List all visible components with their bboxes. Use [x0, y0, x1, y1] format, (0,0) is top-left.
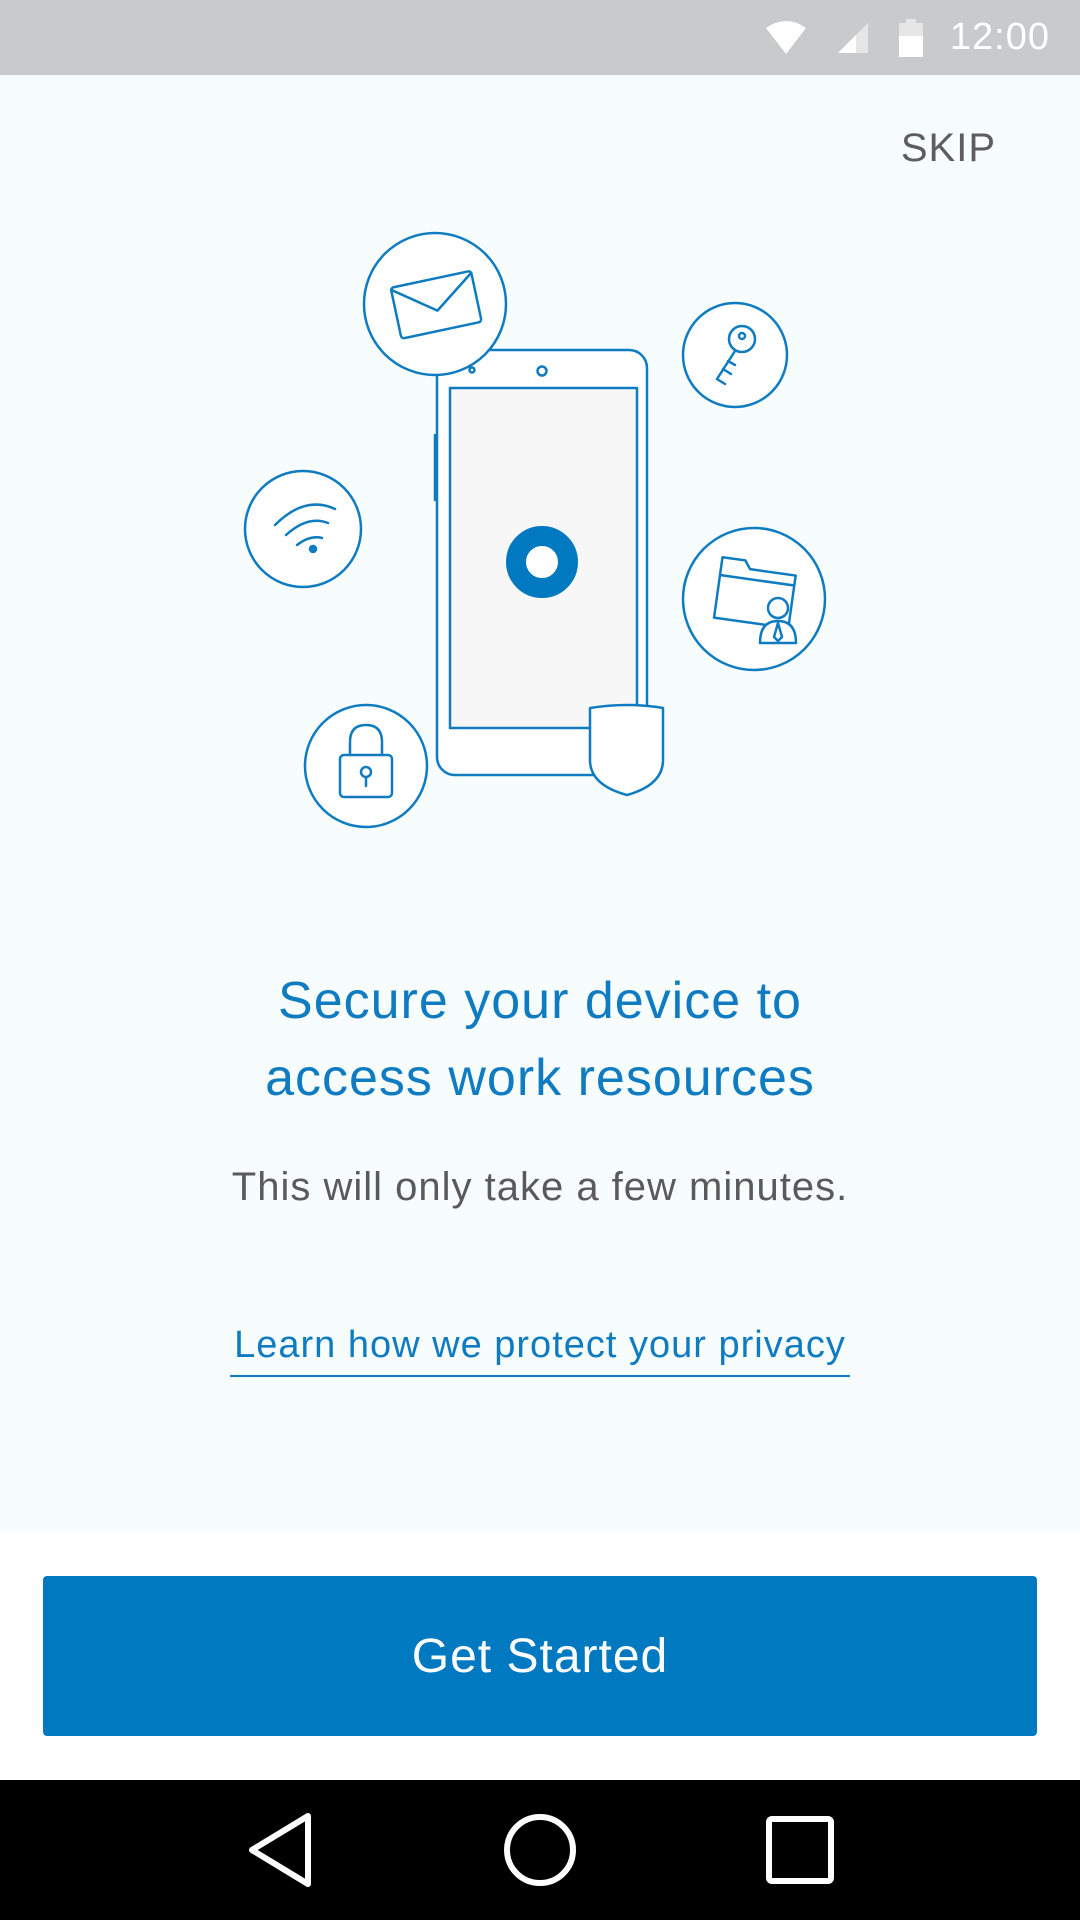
home-button[interactable]: [490, 1800, 590, 1900]
status-clock: 12:00: [949, 16, 1050, 58]
cell-signal-icon: [836, 21, 870, 55]
navigation-bar: [0, 1780, 1080, 1920]
battery-icon: [898, 18, 924, 58]
hero-illustration: [243, 231, 827, 829]
page-title: Secure your device to access work resour…: [0, 963, 1080, 1117]
get-started-button[interactable]: Get Started: [43, 1576, 1037, 1736]
skip-button[interactable]: SKIP: [901, 126, 996, 171]
back-icon: [249, 1813, 311, 1887]
privacy-link[interactable]: Learn how we protect your privacy: [230, 1324, 850, 1377]
lock-icon: [303, 703, 429, 829]
page-title-line-1: Secure your device to: [278, 972, 802, 1030]
recents-button[interactable]: [750, 1800, 850, 1900]
status-bar: 12:00: [0, 0, 1080, 75]
back-button[interactable]: [230, 1800, 330, 1900]
wifi-icon: [243, 469, 363, 589]
mail-icon: [362, 231, 508, 377]
wifi-icon: [764, 20, 808, 56]
subtitle: This will only take a few minutes.: [231, 1165, 849, 1209]
key-icon: [681, 301, 789, 409]
folder-user-icon: [681, 526, 827, 672]
recents-icon: [766, 1816, 834, 1884]
home-icon: [504, 1814, 576, 1886]
footer: Get Started: [0, 1532, 1080, 1780]
page-title-line-2: access work resources: [265, 1049, 815, 1107]
shield-icon: [588, 703, 665, 797]
